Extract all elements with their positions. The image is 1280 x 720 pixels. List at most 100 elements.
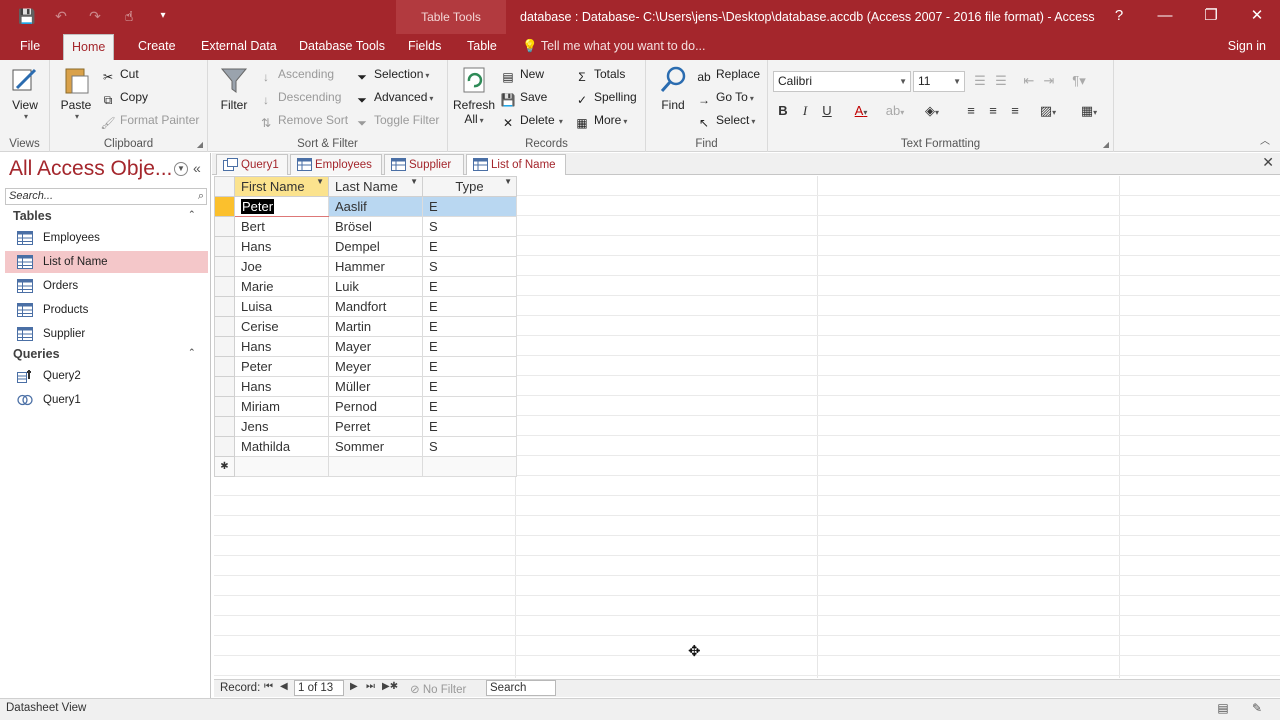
record-selector[interactable] — [214, 236, 235, 257]
refresh-all-button[interactable]: Refresh All ▾ — [452, 64, 496, 126]
font-size-select[interactable]: 11 ▼ — [913, 71, 965, 92]
alternate-row-color-icon[interactable]: ▨▾ — [1034, 101, 1062, 121]
column-header-type[interactable]: Type ▼ — [422, 176, 517, 197]
nav-item-query2[interactable]: Query2 — [5, 365, 208, 387]
restore-icon[interactable]: ❐ — [1188, 0, 1234, 34]
new-record-button[interactable]: ▤ New — [500, 64, 544, 84]
toggle-filter-button[interactable]: ⏷ Toggle Filter — [354, 110, 439, 130]
customize-qat-icon[interactable]: ▾ — [152, 6, 174, 26]
table-cell[interactable]: Brösel — [328, 216, 423, 237]
table-cell[interactable]: Peter — [234, 196, 329, 217]
save-record-button[interactable]: 💾 Save — [500, 87, 548, 107]
select-button[interactable]: ↖ Select ▾ — [696, 110, 755, 130]
table-cell[interactable] — [234, 456, 329, 477]
align-center-icon[interactable]: ≡ — [984, 101, 1002, 121]
doc-tab-supplier[interactable]: Supplier — [384, 154, 464, 175]
paragraph-direction-icon[interactable]: ¶▾ — [1066, 71, 1092, 91]
table-row[interactable]: Cerise Martin E — [214, 316, 517, 337]
record-selector[interactable] — [214, 396, 235, 417]
table-cell[interactable]: E — [422, 376, 517, 397]
column-header-first-name[interactable]: First Name ▼ — [234, 176, 329, 197]
tab-fields[interactable]: Fields — [400, 34, 449, 60]
search-icon[interactable]: ⌕ — [198, 189, 204, 204]
font-name-select[interactable]: Calibri ▼ — [773, 71, 911, 92]
table-cell[interactable]: Aaslif — [328, 196, 423, 217]
record-selector[interactable] — [214, 356, 235, 377]
table-cell[interactable]: Joe — [234, 256, 329, 277]
nav-pane-title[interactable]: All Access Obje... — [9, 157, 172, 181]
collapse-section-icon[interactable]: ⌃ — [188, 347, 196, 358]
last-record-icon[interactable]: ⏭ — [366, 681, 375, 692]
ascending-button[interactable]: ↓ Ascending — [258, 64, 334, 84]
redo-icon[interactable]: ↷ — [84, 6, 106, 26]
record-selector[interactable] — [214, 436, 235, 457]
remove-sort-button[interactable]: ⇅ Remove Sort — [258, 110, 348, 130]
gridlines-icon[interactable]: ▦▾ — [1074, 101, 1104, 121]
minimize-icon[interactable]: — — [1142, 0, 1188, 34]
table-cell[interactable]: Dempel — [328, 236, 423, 257]
dialog-launcher-icon[interactable]: ◢ — [197, 140, 203, 149]
previous-record-icon[interactable]: ◀ — [280, 681, 288, 692]
table-cell[interactable]: Luik — [328, 276, 423, 297]
tab-home[interactable]: Home — [63, 34, 115, 60]
first-record-icon[interactable]: ⏮ — [264, 681, 273, 692]
design-view-icon[interactable]: ✎ — [1248, 701, 1266, 717]
nav-item-query1[interactable]: Query1 — [5, 389, 208, 411]
column-filter-chevron-icon[interactable]: ▼ — [410, 177, 418, 186]
table-cell[interactable]: E — [422, 196, 517, 217]
nav-item-orders[interactable]: Orders — [5, 275, 208, 297]
tab-external-data[interactable]: External Data — [193, 34, 285, 60]
table-row[interactable]: Luisa Mandfort E — [214, 296, 517, 317]
table-cell[interactable]: E — [422, 416, 517, 437]
bold-icon[interactable]: B — [775, 101, 791, 121]
numbering-icon[interactable]: ☰ — [992, 71, 1010, 91]
tab-file[interactable]: File — [12, 34, 48, 60]
table-cell[interactable]: E — [422, 336, 517, 357]
column-filter-chevron-icon[interactable]: ▼ — [504, 177, 512, 186]
close-icon[interactable]: ✕ — [1234, 0, 1280, 34]
filter-button[interactable]: Filter — [214, 64, 254, 112]
datasheet-view-icon[interactable]: ▤ — [1214, 701, 1232, 717]
table-row[interactable]: Jens Perret E — [214, 416, 517, 437]
doc-tab-list-of-name[interactable]: List of Name — [466, 154, 566, 175]
decrease-indent-icon[interactable]: ⇤ — [1020, 71, 1038, 91]
table-cell[interactable]: Pernod — [328, 396, 423, 417]
italic-icon[interactable]: I — [797, 101, 813, 121]
table-cell[interactable] — [328, 456, 423, 477]
table-row[interactable]: Hans Müller E — [214, 376, 517, 397]
table-cell[interactable]: Sommer — [328, 436, 423, 457]
table-cell[interactable]: Peter — [234, 356, 329, 377]
tab-database-tools[interactable]: Database Tools — [291, 34, 393, 60]
table-cell[interactable]: Hans — [234, 236, 329, 257]
select-all-corner[interactable] — [214, 176, 235, 197]
table-cell[interactable]: E — [422, 276, 517, 297]
sign-in-link[interactable]: Sign in — [1228, 34, 1266, 60]
table-cell[interactable]: Luisa — [234, 296, 329, 317]
table-cell[interactable]: Martin — [328, 316, 423, 337]
table-row[interactable]: Miriam Pernod E — [214, 396, 517, 417]
align-left-icon[interactable]: ≡ — [962, 101, 980, 121]
record-search-input[interactable]: Search — [486, 680, 556, 696]
table-cell[interactable]: Bert — [234, 216, 329, 237]
record-selector[interactable] — [214, 296, 235, 317]
view-button[interactable]: View ▾ — [6, 64, 44, 121]
dialog-launcher-icon[interactable]: ◢ — [1103, 140, 1109, 149]
table-cell[interactable]: Cerise — [234, 316, 329, 337]
table-cell[interactable]: E — [422, 396, 517, 417]
nav-menu-chevron-icon[interactable]: ▼ — [174, 162, 188, 176]
no-filter-indicator[interactable]: ⊘ No Filter — [410, 682, 466, 696]
doc-tab-query1[interactable]: Query1 — [216, 154, 288, 175]
table-cell[interactable]: Hammer — [328, 256, 423, 277]
doc-tab-employees[interactable]: Employees — [290, 154, 382, 175]
increase-indent-icon[interactable]: ⇥ — [1040, 71, 1058, 91]
undo-icon[interactable]: ↶ — [50, 6, 72, 26]
table-row[interactable]: Peter Aaslif E — [214, 196, 517, 217]
font-color-icon[interactable]: A▾ — [848, 101, 874, 121]
selection-button[interactable]: ⏷ Selection ▾ — [354, 64, 429, 84]
record-selector[interactable] — [214, 276, 235, 297]
goto-button[interactable]: → Go To ▾ — [696, 87, 754, 107]
table-cell[interactable]: Marie — [234, 276, 329, 297]
bullets-icon[interactable]: ☰ — [971, 71, 989, 91]
touch-mode-icon[interactable]: ☝ — [118, 6, 140, 26]
tab-table[interactable]: Table — [459, 34, 505, 60]
